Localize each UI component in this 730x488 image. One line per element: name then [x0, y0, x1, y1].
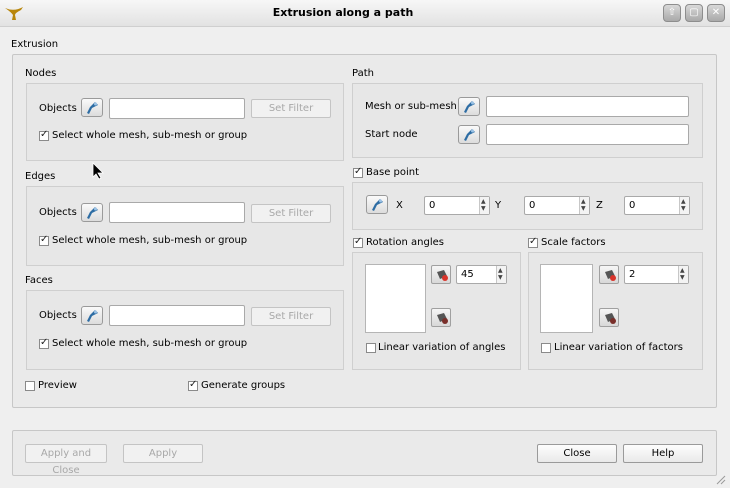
- path-start-node-label: Start node: [365, 129, 418, 140]
- faces-select-whole-label: Select whole mesh, sub-mesh or group: [52, 338, 248, 349]
- faces-group-title: Faces: [25, 275, 53, 286]
- nodes-set-filter-button[interactable]: Set Filter: [251, 99, 331, 118]
- path-start-node-select-button[interactable]: [458, 125, 480, 144]
- edges-select-button[interactable]: [81, 203, 103, 222]
- rotation-angles-list[interactable]: [365, 264, 426, 333]
- path-mesh-select-button[interactable]: [458, 97, 480, 116]
- path-group-title: Path: [352, 68, 374, 79]
- faces-objects-label: Objects: [39, 310, 77, 321]
- faces-group: [26, 290, 344, 370]
- nodes-group: [26, 83, 344, 161]
- nodes-group-title: Nodes: [25, 68, 57, 79]
- base-point-label: Base point: [366, 167, 420, 178]
- nodes-objects-input[interactable]: [109, 98, 245, 119]
- remove-angle-icon: [437, 313, 448, 324]
- remove-factor-icon: [605, 313, 616, 324]
- nodes-select-button[interactable]: [81, 98, 103, 117]
- add-angle-icon: [437, 270, 448, 281]
- scale-factor-value: 2: [629, 269, 636, 280]
- linear-angles-label: Linear variation of angles: [378, 342, 506, 353]
- preview-label: Preview: [38, 380, 77, 391]
- selection-arrow-icon: [464, 129, 475, 141]
- base-point-x-value: 0: [429, 200, 436, 211]
- base-point-z-value: 0: [629, 200, 636, 211]
- faces-set-filter-button[interactable]: Set Filter: [251, 307, 331, 326]
- scale-factors-label: Scale factors: [541, 237, 606, 248]
- mouse-cursor-icon: [92, 162, 104, 183]
- rotation-angles-label: Rotation angles: [366, 237, 444, 248]
- apply-button[interactable]: Apply: [123, 444, 203, 463]
- base-point-z-label: Z: [596, 200, 603, 211]
- spin-arrows-icon[interactable]: ▲ ▼: [579, 197, 589, 214]
- title-bar: Extrusion along a path ⇧ ▢ ✕: [0, 0, 730, 27]
- path-group: [352, 83, 703, 158]
- nodes-select-whole-label: Select whole mesh, sub-mesh or group: [52, 130, 248, 141]
- selection-arrow-icon: [87, 102, 98, 114]
- faces-objects-input[interactable]: [109, 305, 245, 326]
- rotation-angle-value: 45: [461, 269, 474, 280]
- base-point-select-button[interactable]: [366, 195, 388, 214]
- close-window-button[interactable]: ✕: [707, 4, 725, 22]
- resize-grip-icon[interactable]: [716, 475, 726, 485]
- maximize-button[interactable]: ▢: [685, 4, 703, 22]
- spin-arrows-icon[interactable]: ▲ ▼: [678, 266, 688, 283]
- scale-factors-list[interactable]: [540, 264, 593, 333]
- base-point-x-spinbox[interactable]: 0 ▲ ▼: [424, 196, 490, 215]
- window-title: Extrusion along a path: [272, 6, 414, 19]
- edges-objects-label: Objects: [39, 207, 77, 218]
- edges-group-title: Edges: [25, 171, 56, 182]
- base-point-z-spinbox[interactable]: 0 ▲ ▼: [624, 196, 690, 215]
- selection-arrow-icon: [372, 199, 383, 211]
- scale-remove-button[interactable]: [599, 308, 619, 327]
- rotation-angle-spinbox[interactable]: 45 ▲ ▼: [456, 265, 507, 284]
- add-factor-icon: [605, 270, 616, 281]
- selection-arrow-icon: [87, 310, 98, 322]
- path-mesh-input[interactable]: [486, 96, 689, 117]
- base-point-y-value: 0: [529, 200, 536, 211]
- faces-select-button[interactable]: [81, 306, 103, 325]
- extrusion-group-title: Extrusion: [11, 39, 59, 50]
- linear-angles-checkbox[interactable]: [366, 343, 376, 353]
- spin-arrows-icon[interactable]: ▲ ▼: [479, 197, 489, 214]
- close-icon: ✕: [711, 7, 721, 18]
- nodes-select-whole-checkbox[interactable]: [39, 129, 49, 141]
- selection-arrow-icon: [87, 207, 98, 219]
- help-button[interactable]: Help: [623, 444, 703, 463]
- edges-select-whole-checkbox[interactable]: [39, 234, 49, 246]
- scale-add-button[interactable]: [599, 265, 619, 284]
- linear-factors-label: Linear variation of factors: [554, 342, 683, 353]
- maximize-icon: ▢: [689, 7, 699, 18]
- path-start-node-input[interactable]: [486, 124, 689, 145]
- rotation-remove-button[interactable]: [431, 308, 451, 327]
- spin-arrows-icon[interactable]: ▲ ▼: [679, 197, 689, 214]
- edges-select-whole-label: Select whole mesh, sub-mesh or group: [52, 235, 248, 246]
- close-button[interactable]: Close: [537, 444, 617, 463]
- linear-factors-checkbox[interactable]: [541, 343, 551, 353]
- base-point-y-spinbox[interactable]: 0 ▲ ▼: [524, 196, 590, 215]
- minimize-icon: ⇧: [667, 7, 677, 18]
- generate-groups-label: Generate groups: [201, 380, 286, 391]
- spin-arrows-icon[interactable]: ▲ ▼: [496, 266, 506, 283]
- scale-factors-checkbox[interactable]: [528, 236, 538, 248]
- scale-factor-spinbox[interactable]: 2 ▲ ▼: [624, 265, 689, 284]
- apply-and-close-button[interactable]: Apply and Close: [25, 444, 107, 476]
- edges-objects-input[interactable]: [109, 202, 245, 223]
- preview-checkbox[interactable]: [25, 381, 35, 391]
- minimize-button[interactable]: ⇧: [663, 4, 681, 22]
- nodes-objects-label: Objects: [39, 103, 77, 114]
- generate-groups-checkbox[interactable]: [188, 379, 198, 391]
- base-point-checkbox[interactable]: [353, 166, 363, 178]
- base-point-y-label: Y: [495, 200, 502, 211]
- selection-arrow-icon: [464, 101, 475, 113]
- rotation-add-button[interactable]: [431, 265, 451, 284]
- edges-group: [26, 186, 344, 266]
- edges-set-filter-button[interactable]: Set Filter: [251, 204, 331, 223]
- path-mesh-label: Mesh or sub-mesh: [365, 101, 457, 112]
- rotation-angles-checkbox[interactable]: [353, 236, 363, 248]
- base-point-x-label: X: [396, 200, 403, 211]
- faces-select-whole-checkbox[interactable]: [39, 337, 49, 349]
